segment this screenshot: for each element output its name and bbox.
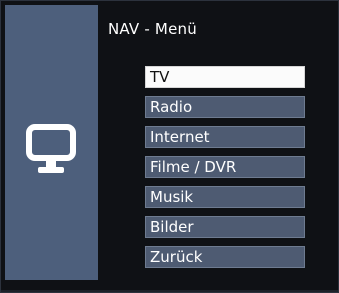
menu-item-musik[interactable]: Musik bbox=[145, 186, 305, 208]
bottom-divider bbox=[1, 290, 338, 292]
nav-menu: TV Radio Internet Filme / DVR Musik Bild… bbox=[145, 66, 305, 276]
menu-item-radio[interactable]: Radio bbox=[145, 96, 305, 118]
menu-item-zurueck[interactable]: Zurück bbox=[145, 246, 305, 268]
menu-item-internet[interactable]: Internet bbox=[145, 126, 305, 148]
page-title: NAV - Menü bbox=[108, 20, 197, 38]
nav-menu-window: NAV - Menü TV Radio Internet Filme / DVR… bbox=[0, 0, 339, 293]
tv-icon bbox=[26, 124, 76, 173]
sidebar-panel bbox=[5, 5, 98, 280]
menu-item-filme-dvr[interactable]: Filme / DVR bbox=[145, 156, 305, 178]
menu-item-bilder[interactable]: Bilder bbox=[145, 216, 305, 238]
menu-item-tv[interactable]: TV bbox=[145, 66, 305, 88]
